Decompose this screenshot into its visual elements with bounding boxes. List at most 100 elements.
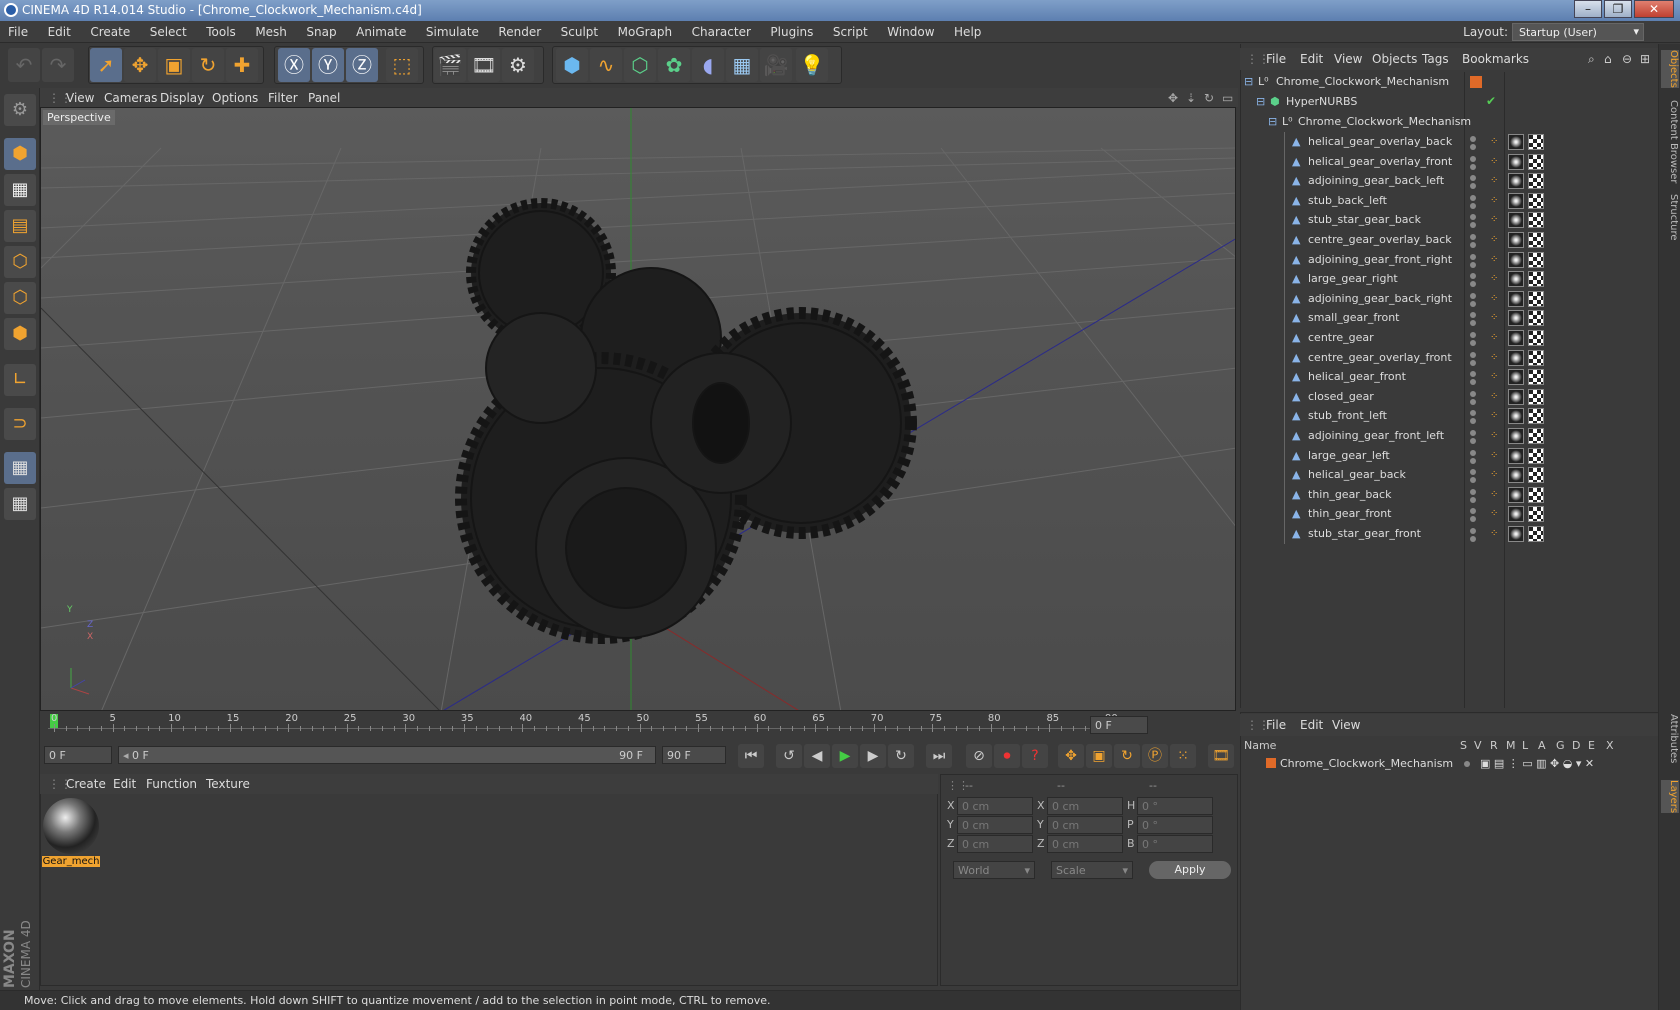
uvw-tag-icon[interactable]	[1528, 506, 1544, 523]
object-row-child[interactable]: ▲ helical_gear_overlay_back ⁘	[1240, 132, 1658, 152]
object-menu-tags[interactable]: Tags	[1422, 52, 1449, 66]
phong-tag-icon[interactable]: ⁘	[1490, 529, 1498, 539]
material-tag-icon[interactable]	[1508, 271, 1524, 288]
model-mode-button[interactable]: ⬢	[4, 138, 36, 170]
workplane-mode-button[interactable]: ▤	[4, 210, 36, 242]
next-key-icon[interactable]: ↻	[888, 744, 914, 768]
object-row-child[interactable]: ▲ large_gear_right ⁘	[1240, 269, 1658, 290]
rotate-tool-button[interactable]: ↻	[192, 48, 224, 82]
render-visibility-dot[interactable]	[1470, 202, 1476, 209]
uvw-tag-icon[interactable]	[1528, 290, 1544, 307]
viewport-move-icon[interactable]: ✥	[1168, 91, 1178, 105]
workplane-lock-button[interactable]: ▦	[4, 452, 36, 484]
snap-button[interactable]: ⊃	[4, 408, 36, 440]
phong-tag-icon[interactable]: ⁘	[1490, 352, 1498, 362]
material-tag-icon[interactable]	[1508, 310, 1524, 327]
maximize-button[interactable]: ❐	[1604, 0, 1632, 18]
timeline-window-icon[interactable]: 🎞	[1208, 744, 1234, 768]
menu-snap[interactable]: Snap	[298, 21, 344, 39]
uvw-tag-icon[interactable]	[1528, 192, 1544, 209]
material-tag-icon[interactable]	[1508, 467, 1524, 484]
go-to-start-icon[interactable]: ⏮	[738, 744, 764, 768]
material-tag-icon[interactable]	[1508, 408, 1524, 425]
material-menu-function[interactable]: Function	[146, 777, 197, 791]
viewport-menu-display[interactable]: Display	[160, 91, 204, 105]
enabled-check-icon[interactable]: ✔	[1486, 94, 1496, 108]
editor-visibility-dot[interactable]	[1470, 528, 1476, 534]
material-tag-icon[interactable]	[1508, 330, 1524, 346]
phong-tag-icon[interactable]: ⁘	[1490, 411, 1498, 421]
object-menu-objects[interactable]: Objects	[1372, 52, 1417, 66]
uvw-tag-icon[interactable]	[1528, 212, 1544, 229]
uvw-tag-icon[interactable]	[1528, 428, 1544, 444]
collapse-icon[interactable]: ⊟	[1268, 115, 1277, 128]
play-icon[interactable]: ▶	[832, 744, 858, 768]
uvw-tag-icon[interactable]	[1528, 153, 1544, 170]
object-row-child[interactable]: ▲ helical_gear_front ⁘	[1240, 367, 1658, 388]
render-visibility-dot[interactable]	[1470, 379, 1476, 386]
close-button[interactable]: ✕	[1634, 0, 1674, 18]
menu-sculpt[interactable]: Sculpt	[553, 21, 606, 39]
uvw-tag-icon[interactable]	[1528, 369, 1544, 386]
current-frame-field[interactable]: 0 F	[1090, 716, 1148, 734]
minimize-button[interactable]: –	[1574, 0, 1602, 18]
points-mode-button[interactable]: ⬡	[4, 246, 36, 278]
render-picture-viewer-button[interactable]: 🎞	[468, 48, 500, 82]
apply-button[interactable]: Apply	[1149, 861, 1231, 879]
viewport-menu-options[interactable]: Options	[212, 91, 258, 105]
previous-key-icon[interactable]: ↺	[776, 744, 802, 768]
material-tag-icon[interactable]	[1508, 232, 1524, 248]
start-frame-field[interactable]: 0 F	[44, 746, 112, 764]
render-visibility-dot[interactable]	[1470, 261, 1476, 268]
timeline-ruler[interactable]: 051015202530354045505560657075808590 0 F	[40, 712, 1238, 740]
menu-help[interactable]: Help	[946, 21, 989, 39]
object-row-child[interactable]: ▲ adjoining_gear_front_right ⁘	[1240, 249, 1658, 270]
record-keys-icon[interactable]: ⊘	[966, 744, 992, 768]
render-visibility-dot[interactable]	[1470, 281, 1476, 288]
coord-scale-select[interactable]: Scale ▾	[1051, 861, 1133, 879]
edges-mode-button[interactable]: ⬡	[4, 282, 36, 314]
editor-visibility-dot[interactable]	[1470, 312, 1476, 319]
coord-value-field[interactable]: 0 °	[1137, 797, 1213, 815]
uvw-tag-icon[interactable]	[1528, 349, 1544, 366]
object-row-group[interactable]: ⊟ L⁰ Chrome_Clockwork_Mechanism	[1240, 112, 1658, 132]
uvw-tag-icon[interactable]	[1528, 134, 1544, 150]
material-tag-icon[interactable]	[1508, 173, 1524, 190]
phong-tag-icon[interactable]: ⁘	[1490, 470, 1498, 480]
menu-mograph[interactable]: MoGraph	[610, 21, 681, 39]
menu-simulate[interactable]: Simulate	[418, 21, 487, 39]
phong-tag-icon[interactable]: ⁘	[1490, 293, 1498, 303]
cube-object-button[interactable]: ⬢	[556, 48, 588, 82]
phong-tag-icon[interactable]: ⁘	[1490, 137, 1498, 147]
uvw-tag-icon[interactable]	[1528, 408, 1544, 425]
uvw-tag-icon[interactable]	[1528, 232, 1544, 248]
layer-column-header[interactable]: L	[1522, 739, 1528, 752]
phong-tag-icon[interactable]: ⁘	[1490, 215, 1498, 225]
editor-visibility-dot[interactable]	[1470, 351, 1476, 358]
material-swatch[interactable]: Gear_mech	[42, 798, 100, 870]
collapse-icon[interactable]: ⊟	[1244, 75, 1253, 88]
key-position-icon[interactable]: ✥	[1058, 744, 1084, 768]
coord-value-field[interactable]: 0 cm	[957, 797, 1033, 815]
redo-button[interactable]: ↷	[42, 48, 74, 82]
editor-visibility-dot[interactable]	[1470, 292, 1476, 299]
render-view-button[interactable]: 🎬	[434, 48, 466, 82]
move-tool-button[interactable]: ✥	[124, 48, 156, 82]
viewport-menu-panel[interactable]: Panel	[308, 91, 340, 105]
coord-value-field[interactable]: 0 °	[1137, 835, 1213, 853]
tab-objects[interactable]: Objects	[1661, 50, 1679, 88]
collapse-icon[interactable]: ⊟	[1256, 95, 1265, 108]
phong-tag-icon[interactable]: ⁘	[1490, 235, 1498, 245]
editor-visibility-dot[interactable]	[1470, 234, 1476, 240]
layout-select[interactable]: Startup (User) ▾	[1512, 23, 1644, 41]
uvw-tag-icon[interactable]	[1528, 486, 1544, 503]
object-row-child[interactable]: ▲ centre_gear_overlay_front ⁘	[1240, 347, 1658, 368]
object-row-child[interactable]: ▲ centre_gear ⁘	[1240, 328, 1658, 348]
layer-flags-icons[interactable]: ▣ ▤ ⋮ ▭ ▥ ✥ ◒ ▾ ✕	[1480, 757, 1594, 770]
uvw-tag-icon[interactable]	[1528, 526, 1544, 542]
editor-visibility-dot[interactable]	[1470, 155, 1476, 162]
phong-tag-icon[interactable]: ⁘	[1490, 254, 1498, 264]
viewport-rotate-icon[interactable]: ↻	[1204, 91, 1214, 105]
new-panel-icon[interactable]: ⊞	[1640, 52, 1650, 66]
menu-select[interactable]: Select	[142, 21, 195, 39]
